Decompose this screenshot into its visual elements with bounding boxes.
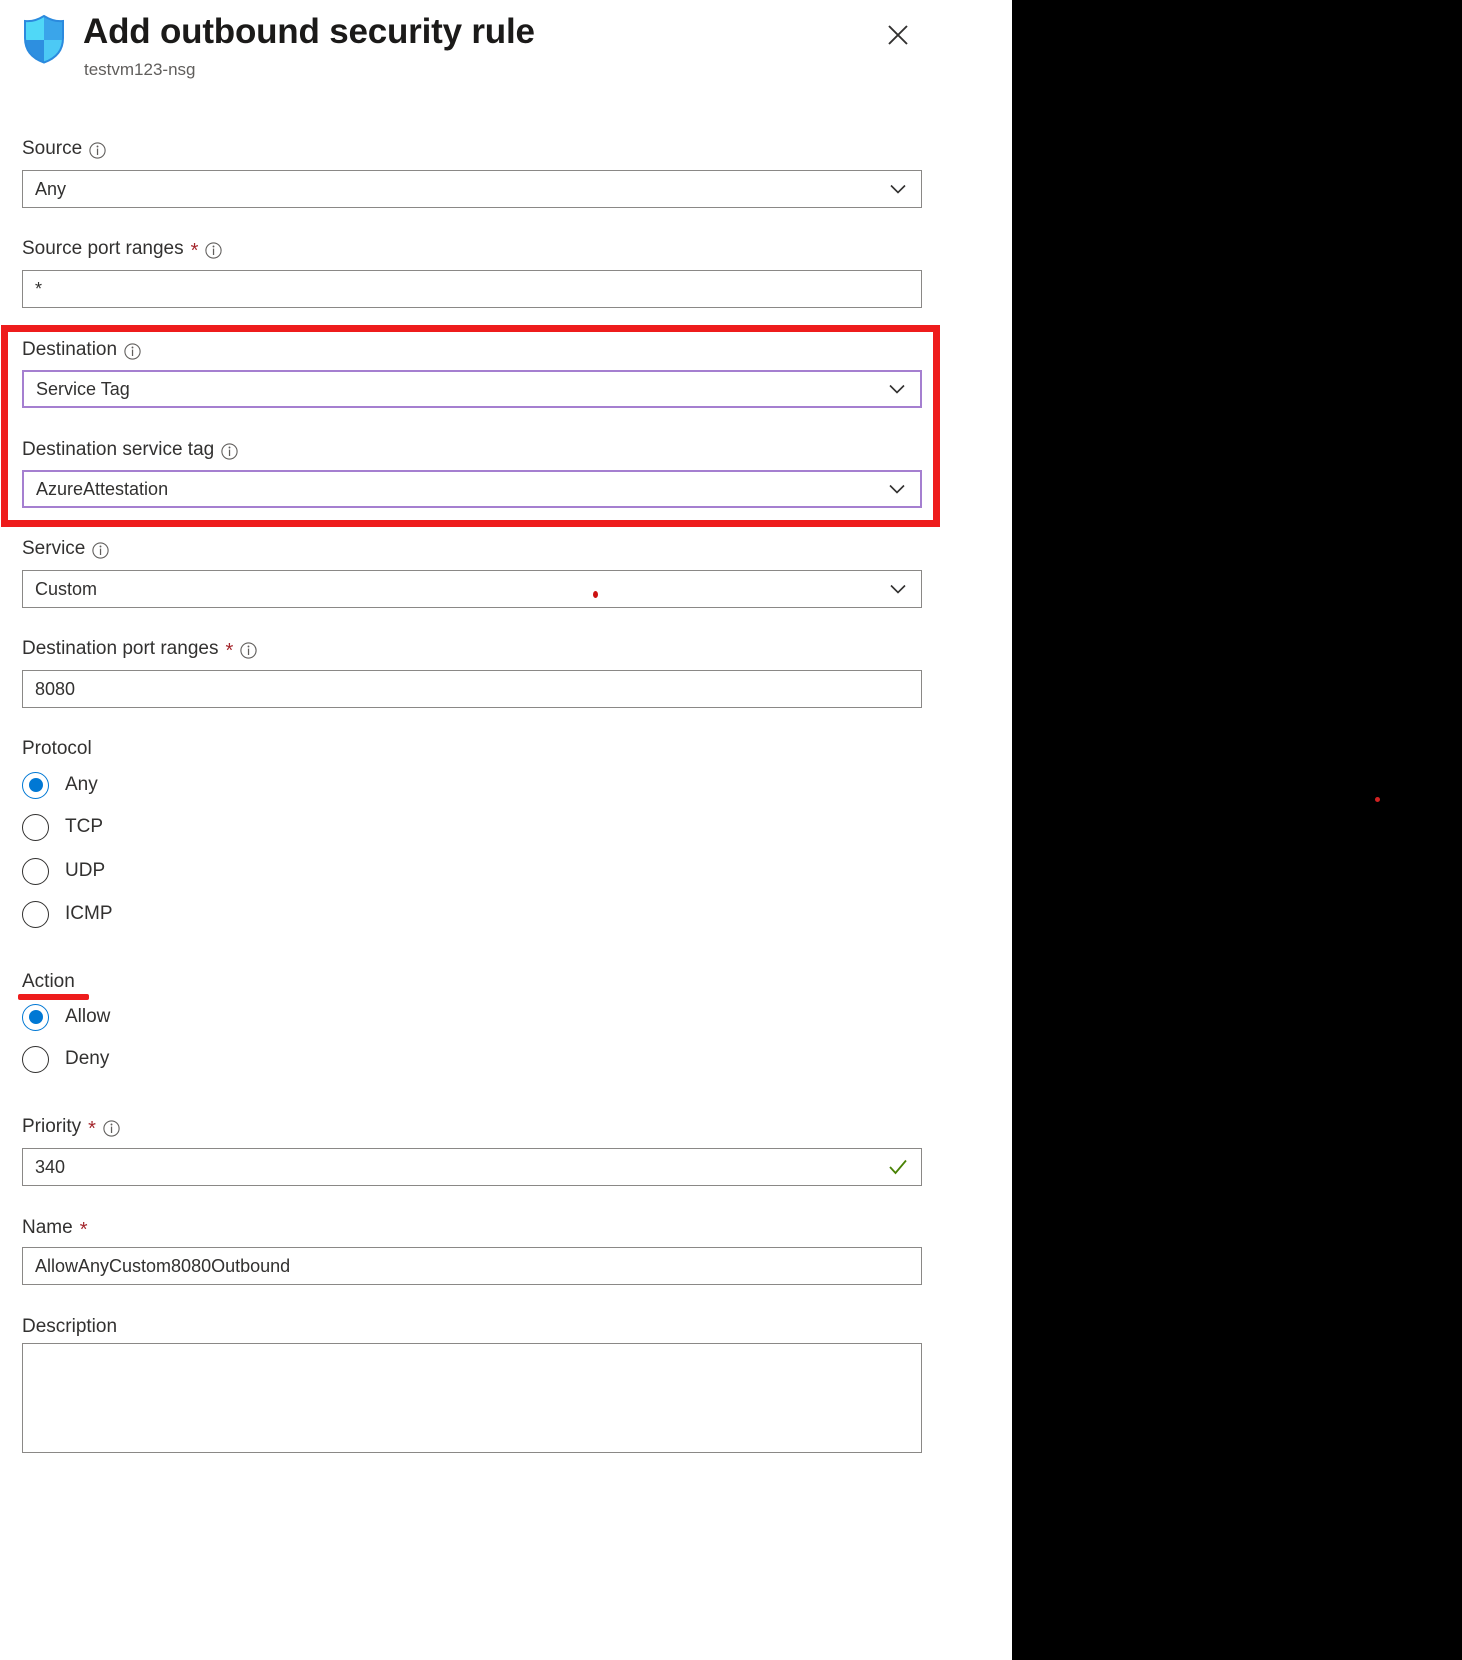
action-radio-allow[interactable]: Allow bbox=[22, 1002, 110, 1032]
protocol-radio-tcp[interactable]: TCP bbox=[22, 812, 103, 842]
service-label: Service bbox=[22, 538, 110, 560]
destination-service-tag-value: AzureAttestation bbox=[36, 478, 169, 499]
shield-icon bbox=[22, 14, 66, 64]
protocol-radio-udp[interactable]: UDP bbox=[22, 856, 105, 886]
destination-service-tag-label: Destination service tag bbox=[22, 439, 238, 461]
source-port-ranges-label: Source port ranges * bbox=[22, 238, 223, 262]
radio-selected-icon bbox=[22, 771, 49, 799]
destination-service-tag-label-text: Destination service tag bbox=[22, 439, 215, 460]
protocol-radio-icmp-label: ICMP bbox=[65, 903, 113, 924]
action-label: Action bbox=[22, 971, 75, 992]
protocol-label: Protocol bbox=[22, 738, 92, 759]
required-indicator: * bbox=[190, 240, 199, 262]
info-icon[interactable] bbox=[221, 442, 238, 460]
source-label-text: Source bbox=[22, 138, 83, 159]
protocol-radio-tcp-label: TCP bbox=[65, 816, 103, 837]
action-radio-allow-label: Allow bbox=[65, 1006, 111, 1027]
source-dropdown[interactable]: Any bbox=[22, 170, 922, 208]
required-indicator: * bbox=[79, 1219, 88, 1241]
service-dropdown[interactable]: Custom bbox=[22, 570, 922, 608]
action-underline-annotation bbox=[18, 994, 89, 1000]
chevron-down-icon bbox=[887, 178, 909, 200]
info-icon[interactable] bbox=[205, 241, 223, 259]
priority-label-text: Priority bbox=[22, 1116, 82, 1137]
required-indicator: * bbox=[225, 640, 234, 662]
chevron-down-icon bbox=[887, 578, 909, 600]
destination-port-ranges-value: 8080 bbox=[35, 678, 76, 699]
name-value: AllowAnyCustom8080Outbound bbox=[35, 1255, 291, 1276]
page-title: Add outbound security rule bbox=[83, 12, 535, 51]
blade-header: Add outbound security rule testvm123-nsg bbox=[0, 0, 1012, 110]
destination-label: Destination bbox=[22, 339, 141, 361]
radio-unselected-icon bbox=[22, 857, 49, 885]
protocol-radio-any[interactable]: Any bbox=[22, 770, 98, 800]
action-radio-deny-label: Deny bbox=[65, 1048, 110, 1069]
name-label: Name * bbox=[22, 1217, 88, 1241]
right-margin-dot-annotation bbox=[1375, 797, 1380, 802]
source-port-ranges-label-text: Source port ranges bbox=[22, 238, 184, 259]
chevron-down-icon bbox=[886, 378, 908, 400]
source-label: Source bbox=[22, 138, 106, 160]
destination-label-text: Destination bbox=[22, 339, 118, 360]
protocol-radio-udp-label: UDP bbox=[65, 860, 106, 881]
destination-port-ranges-label: Destination port ranges * bbox=[22, 638, 257, 662]
radio-unselected-icon bbox=[22, 813, 49, 841]
description-label-text: Description bbox=[22, 1316, 118, 1337]
priority-value: 340 bbox=[35, 1156, 66, 1177]
protocol-radio-icmp[interactable]: ICMP bbox=[22, 899, 113, 929]
add-outbound-security-rule-blade: Add outbound security rule testvm123-nsg… bbox=[0, 0, 1012, 1660]
name-label-text: Name bbox=[22, 1217, 73, 1238]
info-icon[interactable] bbox=[240, 641, 257, 659]
checkmark-icon bbox=[887, 1156, 909, 1178]
name-input[interactable]: AllowAnyCustom8080Outbound bbox=[22, 1247, 922, 1285]
destination-port-ranges-label-text: Destination port ranges bbox=[22, 638, 219, 659]
radio-unselected-icon bbox=[22, 900, 49, 928]
close-button[interactable] bbox=[878, 15, 918, 55]
close-icon bbox=[888, 25, 908, 45]
info-icon[interactable] bbox=[92, 541, 110, 559]
priority-input[interactable]: 340 bbox=[22, 1148, 922, 1186]
description-textarea[interactable] bbox=[22, 1343, 922, 1453]
source-port-ranges-input[interactable]: * bbox=[22, 270, 922, 308]
service-label-text: Service bbox=[22, 538, 86, 559]
source-port-ranges-value: * bbox=[35, 278, 43, 299]
info-icon[interactable] bbox=[89, 141, 106, 159]
radio-unselected-icon bbox=[22, 1045, 49, 1073]
source-value: Any bbox=[35, 178, 67, 199]
destination-dropdown[interactable]: Service Tag bbox=[22, 370, 922, 408]
page-subtitle: testvm123-nsg bbox=[84, 60, 196, 79]
info-icon[interactable] bbox=[103, 1119, 120, 1137]
service-value: Custom bbox=[35, 578, 98, 599]
chevron-down-icon bbox=[886, 478, 908, 500]
destination-service-tag-dropdown[interactable]: AzureAttestation bbox=[22, 470, 922, 508]
destination-value: Service Tag bbox=[36, 378, 130, 399]
required-indicator: * bbox=[88, 1118, 96, 1140]
protocol-radio-any-label: Any bbox=[65, 774, 98, 795]
radio-selected-icon bbox=[22, 1003, 49, 1031]
priority-label: Priority * bbox=[22, 1116, 120, 1140]
info-icon[interactable] bbox=[124, 342, 141, 360]
description-label: Description bbox=[22, 1316, 117, 1338]
destination-port-ranges-input[interactable]: 8080 bbox=[22, 670, 922, 708]
action-radio-deny[interactable]: Deny bbox=[22, 1044, 109, 1074]
